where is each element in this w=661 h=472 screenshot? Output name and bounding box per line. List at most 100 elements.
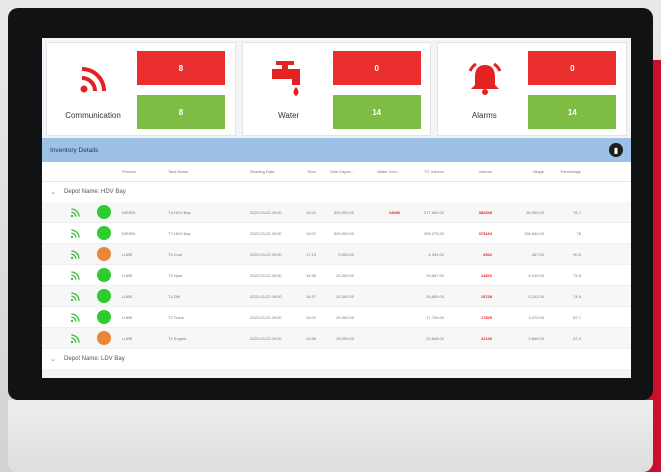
status-indicator xyxy=(86,289,122,303)
wifi-icon xyxy=(64,333,86,344)
cell-tank-name: T2 Trans xyxy=(168,314,184,320)
status-indicator xyxy=(86,247,122,261)
cell-volume: 14820 xyxy=(480,272,492,278)
column-header-tank-name[interactable]: Tank Name xyxy=(168,169,250,174)
cell-product: LUBE xyxy=(122,251,133,257)
table-header-row: Product Tank Name Reading Date Time Tank… xyxy=(42,162,631,182)
wifi-icon xyxy=(64,207,86,218)
kpi-alert-count[interactable]: 0 xyxy=(528,51,617,85)
cell-product: LUBE xyxy=(122,314,133,320)
table-row[interactable]: DIESEL T7-HDV Bay 2022-03-22 09:00 10:07 500… xyxy=(42,223,631,244)
wifi-icon xyxy=(64,228,86,239)
inventory-header-bar: Inventory Details ▮ xyxy=(42,138,631,162)
column-header-time[interactable]: Time xyxy=(294,169,318,174)
column-header-percentage[interactable]: Percentage xyxy=(546,169,583,174)
status-indicator xyxy=(86,268,122,282)
kpi-row: Communication 8 8 Water 0 14 Alarms 0 14 xyxy=(42,38,631,138)
cell-tank-capacity: 26,000.00 xyxy=(336,335,354,341)
status-dot xyxy=(97,247,111,261)
cell-tc-volume: 377,564.00 xyxy=(423,209,444,215)
status-indicator xyxy=(86,205,122,219)
cell-reading-date: 2022-03-22 09:00 xyxy=(250,272,282,278)
cell-tank-capacity: 20,000.00 xyxy=(336,314,354,320)
column-header-reading-date[interactable]: Reading Date xyxy=(250,169,294,174)
column-header-water-volume[interactable]: Water Volu... xyxy=(356,169,402,174)
status-indicator xyxy=(86,310,122,324)
column-header-tank-capacity[interactable]: Tank Capac... xyxy=(318,169,356,174)
cell-product: DIESEL xyxy=(122,230,137,236)
cell-ullage: 4,145.00 xyxy=(528,272,544,278)
table-row[interactable]: LUBE T1 Engine 2022-03-22 09:00 13:56 26,000… xyxy=(42,328,631,349)
cell-water-volume: 24096 xyxy=(388,209,400,215)
cell-tank-name: T1 Engine xyxy=(168,335,187,341)
kpi-alert-count[interactable]: 0 xyxy=(332,51,421,85)
cell-tank-name: T3 Cool xyxy=(168,251,183,257)
table-row[interactable]: LUBE T2 Trans 2022-03-22 09:00 14:02 20,000.… xyxy=(42,307,631,328)
kpi-card-water[interactable]: Water 0 14 xyxy=(241,42,432,136)
cell-tc-volume: 17,750.00 xyxy=(426,314,444,320)
cell-product: LUBE xyxy=(122,272,133,278)
status-dot xyxy=(97,226,111,240)
cell-tc-volume: 19,587.00 xyxy=(426,272,444,278)
cell-time: 10:24 xyxy=(305,209,316,215)
alarm-bell-icon xyxy=(462,59,508,99)
cell-volume: 15728 xyxy=(480,293,492,299)
status-dot xyxy=(97,268,111,282)
cell-percentage: 90.8 xyxy=(573,251,581,257)
cell-percentage: 74.8 xyxy=(573,272,581,278)
inventory-table: Product Tank Name Reading Date Time Tank… xyxy=(42,162,631,369)
cell-tank-capacity: 20,000.00 xyxy=(336,293,354,299)
kpi-card-alarms[interactable]: Alarms 0 14 xyxy=(437,42,628,136)
cell-tc-volume: 15,680.00 xyxy=(426,293,444,299)
cell-volume: 17829 xyxy=(480,314,492,320)
cell-reading-date: 2022-03-22 09:00 xyxy=(250,230,282,236)
table-row[interactable]: LUBE T4 Diff 2022-03-22 09:00 14:37 20,000.0… xyxy=(42,286,631,307)
chevron-down-icon[interactable]: ⌄ xyxy=(42,355,64,363)
cell-volume: 4532 xyxy=(483,251,492,257)
cell-time: 14:02 xyxy=(305,314,316,320)
status-dot xyxy=(97,205,111,219)
status-indicator xyxy=(86,226,122,240)
table-row[interactable]: LUBE T3 Hydr 2022-03-22 09:00 14:36 20,000.0… xyxy=(42,265,631,286)
cell-tank-capacity: 500,000.00 xyxy=(333,230,354,236)
wifi-icon xyxy=(64,312,86,323)
kpi-ok-count[interactable]: 8 xyxy=(137,95,225,129)
column-header-tc-volume[interactable]: TC Volume xyxy=(402,169,446,174)
table-row[interactable]: LUBE T3 Cool 2022-03-22 09:00 17:13 5,000.00… xyxy=(42,244,631,265)
cell-tank-capacity: 5,000.00 xyxy=(338,251,354,257)
cell-percentage: 75 xyxy=(576,230,581,236)
cell-tc-volume: 305,275.00 xyxy=(423,230,444,236)
cell-time: 14:37 xyxy=(305,293,316,299)
cell-product: DIESEL xyxy=(122,209,137,215)
kpi-alert-count[interactable]: 8 xyxy=(137,51,225,85)
cell-tank-name: T3 Hydr xyxy=(168,272,183,278)
cell-percentage: 76.7 xyxy=(573,209,581,215)
cell-tank-name: T4 Diff xyxy=(168,293,180,299)
depot-group-header[interactable]: ⌄ Depot Name: LDV Bay xyxy=(42,349,631,369)
dashboard-screen: Communication 8 8 Water 0 14 Alarms 0 14… xyxy=(42,38,631,378)
cell-tc-volume: 4,394.00 xyxy=(428,251,444,257)
export-file-icon[interactable]: ▮ xyxy=(609,143,623,157)
kpi-card-communication[interactable]: Communication 8 8 xyxy=(46,42,236,136)
cell-percentage: 87.7 xyxy=(573,314,581,320)
cell-time: 13:56 xyxy=(305,335,316,341)
kpi-ok-count[interactable]: 14 xyxy=(528,95,617,129)
kpi-label: Water xyxy=(278,111,300,120)
column-header-ullage[interactable]: Ullage xyxy=(494,169,546,174)
cell-reading-date: 2022-03-22 09:00 xyxy=(250,335,282,341)
table-row[interactable]: DIESEL T4-HDV Bay 2022-03-22 09:00 10:24 500… xyxy=(42,202,631,223)
cell-reading-date: 2022-03-22 09:00 xyxy=(250,314,282,320)
cell-reading-date: 2022-03-22 09:00 xyxy=(250,293,282,299)
column-header-volume[interactable]: Volume xyxy=(446,169,494,174)
cell-tank-capacity: 500,000.00 xyxy=(333,209,354,215)
cell-ullage: 2,866.00 xyxy=(528,335,544,341)
status-dot xyxy=(97,310,111,324)
kpi-ok-count[interactable]: 14 xyxy=(332,95,421,129)
column-header-product[interactable]: Product xyxy=(122,169,168,174)
chevron-down-icon[interactable]: ⌄ xyxy=(42,188,64,196)
cell-percentage: 87.2 xyxy=(573,335,581,341)
depot-group-header[interactable]: ⌄ Depot Name: HDV Bay xyxy=(42,182,631,202)
cell-time: 17:13 xyxy=(305,251,316,257)
status-dot xyxy=(97,331,111,345)
cell-percentage: 74.5 xyxy=(573,293,581,299)
